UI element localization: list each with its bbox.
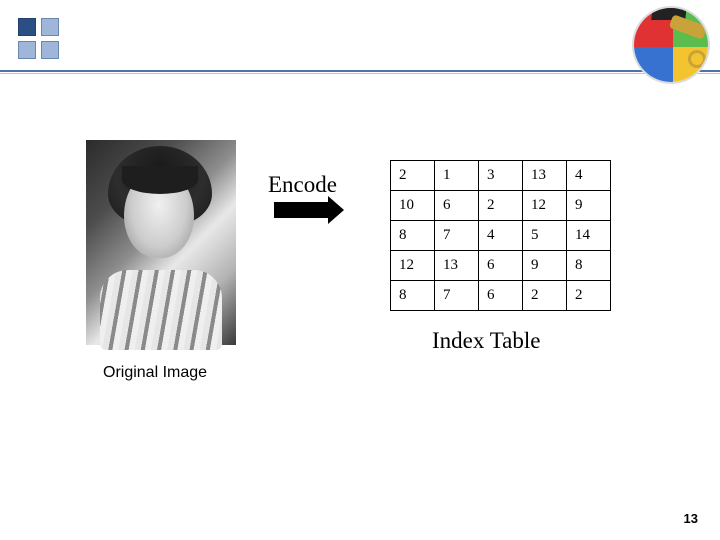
index-table-caption: Index Table xyxy=(432,328,540,354)
encode-label: Encode xyxy=(268,172,337,198)
table-row: 1213698 xyxy=(391,251,611,281)
original-image-thumbnail xyxy=(86,140,236,345)
corner-logo xyxy=(632,6,710,84)
header-subrule xyxy=(0,73,720,74)
page-number: 13 xyxy=(684,511,698,526)
table-row: 1062129 xyxy=(391,191,611,221)
header-rule xyxy=(0,70,720,72)
table-row: 213134 xyxy=(391,161,611,191)
table-row: 87622 xyxy=(391,281,611,311)
slide-bullet-decoration xyxy=(18,18,59,59)
arrow-right-icon xyxy=(274,202,328,218)
original-image-caption: Original Image xyxy=(103,364,207,382)
index-table: 213134 1062129 874514 1213698 87622 xyxy=(390,160,611,311)
table-row: 874514 xyxy=(391,221,611,251)
